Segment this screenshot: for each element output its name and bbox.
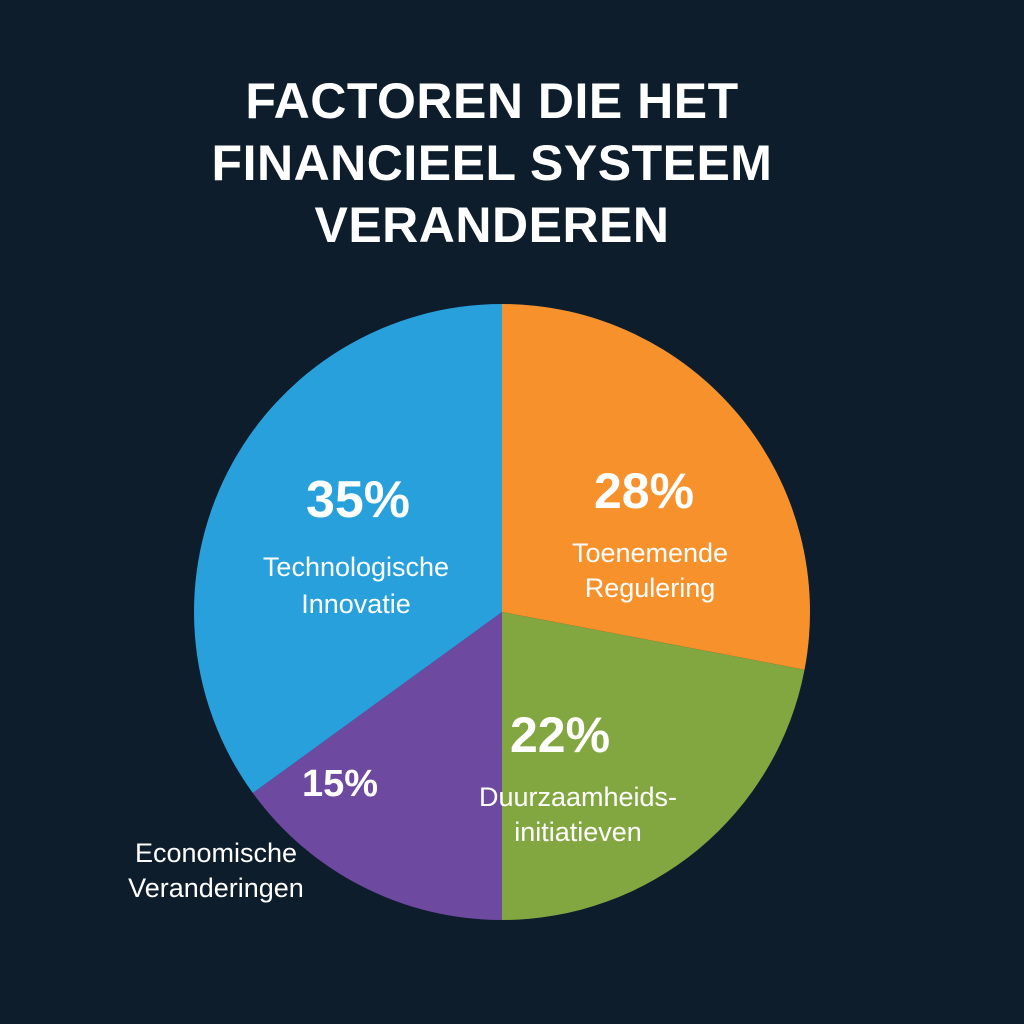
pie-slice-category-label: Innovatie	[301, 589, 411, 619]
pie-slice-category-label: Veranderingen	[128, 873, 304, 903]
pie-slice-value-label: 35%	[306, 471, 410, 529]
chart-page: FACTOREN DIE HET FINANCIEEL SYSTEEM VERA…	[0, 0, 1024, 1024]
pie-slice-category-label: Duurzaamheids-	[479, 782, 677, 812]
pie-chart: 28% Toenemende Regulering 22% Duurzaamheids-…	[128, 304, 810, 920]
pie-slice-category-label: Economische	[135, 838, 297, 868]
pie-slice-category-label: Regulering	[585, 573, 716, 603]
pie-slice-value-label: 15%	[302, 763, 378, 805]
pie-slice-value-label: 28%	[594, 463, 694, 519]
pie-slices	[194, 304, 810, 920]
pie-slice-value-label: 22%	[510, 707, 610, 763]
pie-slice-category-label: Toenemende	[572, 538, 728, 568]
pie-slice-category-label: Technologische	[263, 552, 449, 582]
pie-slice-category-label: initiatieven	[514, 817, 642, 847]
